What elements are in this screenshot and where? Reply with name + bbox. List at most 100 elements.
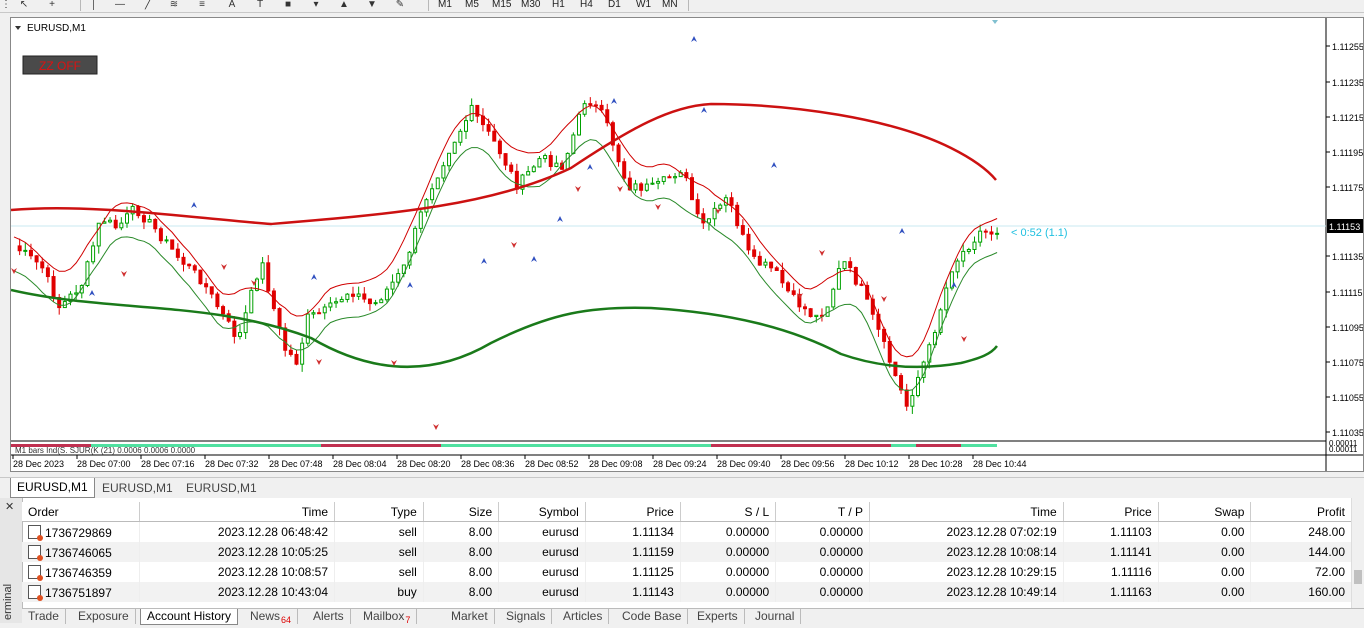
cell-s-l: 0.00000 [680, 521, 777, 542]
tab-code-base[interactable]: Code Base [616, 609, 689, 624]
column-header-profit[interactable]: Profit [1250, 502, 1352, 522]
timeframe-h4[interactable]: H4 [580, 0, 593, 10]
arrow-up-icon[interactable]: ▲ [338, 0, 350, 11]
cell-type: sell [334, 521, 424, 542]
timeframe-m1[interactable]: M1 [438, 0, 452, 10]
candle-body [661, 176, 666, 182]
timeframe-m15[interactable]: M15 [492, 0, 511, 10]
candle-body [430, 188, 435, 201]
x-tick-label: 28 Dec 07:00 [77, 459, 131, 469]
candle-body [803, 306, 807, 310]
candle-body [526, 171, 531, 176]
signal-up-arrow [701, 107, 707, 113]
candle-body [362, 293, 367, 300]
cell-s-l: 0.00000 [680, 562, 777, 582]
cell-price: 1.11141 [1063, 542, 1159, 562]
tab-trade[interactable]: Trade [22, 609, 66, 624]
cell-time: 2023.12.28 06:48:42 [139, 521, 336, 542]
candle-body [735, 204, 740, 227]
tab-news[interactable]: News64 [244, 609, 299, 625]
scrollbar-thumb[interactable] [1354, 570, 1362, 584]
candle-body [639, 183, 644, 191]
timeframe-m5[interactable]: M5 [465, 0, 479, 10]
column-header-s-l[interactable]: S / L [680, 502, 777, 522]
tab-experts[interactable]: Experts [691, 609, 745, 624]
vertical-line-icon[interactable]: │ [88, 0, 100, 11]
signal-down-arrow [617, 186, 623, 192]
candle-body [978, 230, 983, 243]
candle-body [961, 250, 966, 262]
column-header-swap[interactable]: Swap [1158, 502, 1252, 522]
candle-body [351, 293, 355, 297]
table-row[interactable]: 1736746359 2023.12.28 10:08:57 sell 8.00 eur… [22, 562, 1352, 582]
price-chart[interactable]: EURUSD,M1 ZZ OFF 1.11255 1.11235 1.11215 1.11… [11, 18, 1363, 471]
column-header-symbol[interactable]: Symbol [498, 502, 586, 522]
tab-market[interactable]: Market [445, 609, 495, 624]
channel-icon[interactable]: ≋ [168, 0, 180, 11]
cursor-icon[interactable]: ↖ [18, 0, 30, 11]
order-id: 1736746065 [45, 545, 112, 560]
zz-off-button[interactable]: ZZ OFF [22, 55, 98, 75]
candle-body [215, 293, 220, 308]
chart-tab[interactable]: EURUSD,M1 [180, 480, 263, 497]
candle-body [537, 158, 542, 168]
cell-time: 2023.12.28 10:05:25 [139, 542, 336, 562]
tab-mailbox[interactable]: Mailbox7 [357, 609, 418, 625]
candle-body [514, 170, 519, 190]
arrow-down-icon[interactable]: ▼ [366, 0, 378, 11]
column-header-t-p[interactable]: T / P [775, 502, 871, 522]
column-header-order[interactable]: Order [22, 502, 140, 522]
timeframe-w1[interactable]: W1 [636, 0, 651, 10]
tab-articles[interactable]: Articles [557, 609, 610, 624]
text-icon[interactable]: A [226, 0, 238, 11]
y-tick-label: 1.11235 [1332, 78, 1363, 88]
vertical-scrollbar[interactable] [1351, 498, 1364, 608]
column-header-size[interactable]: Size [423, 502, 500, 522]
table-row[interactable]: 1736729869 2023.12.28 06:48:42 sell 8.00 eur… [22, 521, 1352, 542]
signal-up-arrow [407, 282, 413, 288]
candle-body [40, 261, 45, 269]
timeframe-m30[interactable]: M30 [521, 0, 540, 10]
rectangle-icon[interactable]: ■ [282, 0, 294, 11]
current-price-label: 1.11153 [1329, 222, 1360, 232]
candle-body [955, 260, 960, 273]
candle-body [746, 233, 751, 251]
timeframe-d1[interactable]: D1 [608, 0, 621, 10]
candle-body [158, 228, 163, 242]
close-icon[interactable]: ✕ [5, 500, 14, 513]
chart-tab[interactable]: EURUSD,M1 [96, 480, 179, 497]
terminal-tabs: Trade Exposure Account History News64 Alerts… [22, 608, 1364, 625]
column-header-price[interactable]: Price [585, 502, 681, 522]
fibonacci-icon[interactable]: ≡ [196, 0, 208, 11]
arrow-down-icon[interactable]: ▾ [310, 0, 322, 11]
signal-down-arrow [881, 296, 887, 302]
column-header-price[interactable]: Price [1063, 502, 1159, 522]
table-row[interactable]: 1736746065 2023.12.28 10:05:25 sell 8.00 eur… [22, 542, 1352, 562]
column-header-time[interactable]: Time [139, 502, 336, 522]
timeframe-h1[interactable]: H1 [552, 0, 565, 10]
shapes-icon[interactable]: ✎ [394, 0, 406, 11]
table-row[interactable]: 1736751897 2023.12.28 10:43:04 buy 8.00 euru… [22, 582, 1352, 602]
tab-label: Journal [755, 609, 795, 623]
candle-body [622, 161, 627, 179]
crosshair-icon[interactable]: + [46, 0, 58, 11]
candle-body [995, 232, 1000, 235]
trendline-icon[interactable]: ╱ [142, 0, 154, 11]
chart-window[interactable]: EURUSD,M1 ZZ OFF 1.11255 1.11235 1.11215 1.11… [10, 17, 1364, 472]
tab-exposure[interactable]: Exposure [72, 609, 136, 624]
candle-body [396, 273, 401, 283]
candle-body [367, 298, 372, 305]
text-label-icon[interactable]: T [254, 0, 266, 11]
timeframe-mn[interactable]: MN [662, 0, 678, 10]
tab-label: Code Base [622, 609, 682, 623]
tab-alerts[interactable]: Alerts [307, 609, 351, 624]
tab-journal[interactable]: Journal [749, 609, 802, 624]
column-header-type[interactable]: Type [334, 502, 424, 522]
y-tick-label: 1.11075 [1332, 358, 1363, 368]
horizontal-line-icon[interactable]: — [114, 0, 126, 11]
candle-body [673, 176, 678, 179]
candle-body [119, 222, 124, 229]
chart-tab[interactable]: EURUSD,M1 [10, 478, 95, 498]
column-header-time[interactable]: Time [869, 502, 1064, 522]
tab-signals[interactable]: Signals [500, 609, 553, 624]
